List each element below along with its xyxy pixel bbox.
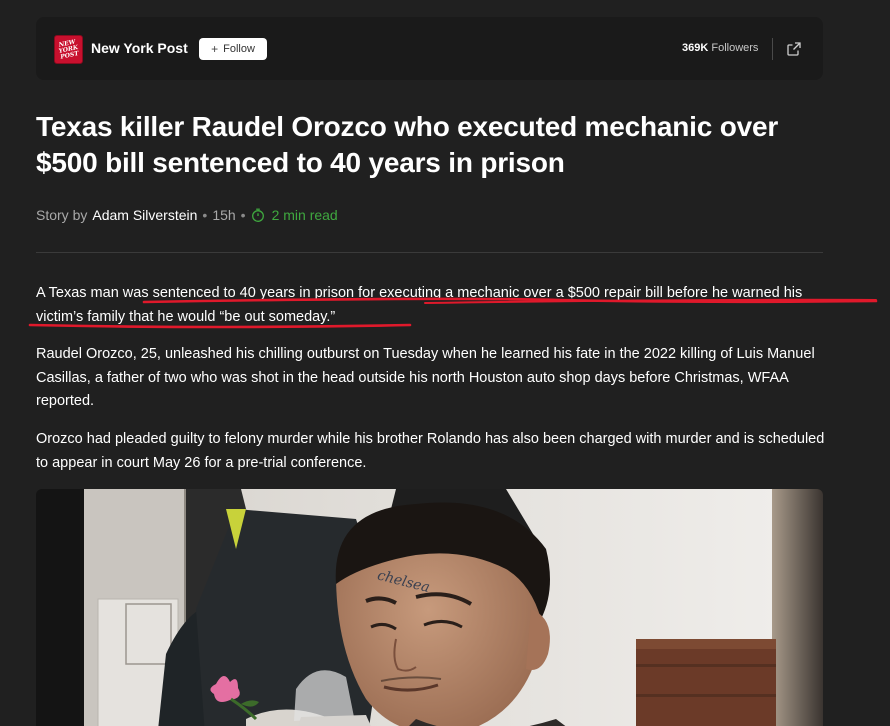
author-link[interactable]: Adam Silverstein — [92, 207, 197, 223]
read-time: 2 min read — [271, 207, 338, 223]
publisher-bar: NEW YORK POST New York Post + Follow 369… — [36, 17, 823, 80]
timer-icon — [251, 208, 264, 222]
byline-prefix: Story by — [36, 207, 88, 223]
article-age: 15h — [212, 207, 236, 223]
separator-dot: • — [202, 207, 208, 223]
header-divider — [36, 252, 823, 253]
followers-number: 369K — [682, 42, 709, 54]
separator-dot: • — [240, 207, 246, 223]
article-paragraph: Raudel Orozco, 25, unleashed his chillin… — [36, 346, 815, 409]
publisher-logo[interactable]: NEW YORK POST — [54, 35, 83, 64]
open-external-icon[interactable] — [786, 41, 802, 57]
byline: Story by Adam Silverstein • 15h • 2 min … — [36, 207, 338, 223]
courtroom-photo: chelsea — [36, 489, 823, 726]
article-page: NEW YORK POST New York Post + Follow 369… — [0, 0, 890, 726]
follow-button[interactable]: + Follow — [199, 38, 267, 60]
article-paragraph: A Texas man was sentenced to 40 years in… — [36, 285, 803, 325]
followers-count: 369K Followers — [682, 42, 758, 54]
article-headline: Texas killer Raudel Orozco who executed … — [36, 111, 779, 178]
article-paragraph: Orozco had pleaded guilty to felony murd… — [36, 431, 825, 471]
publisher-logo-text: NEW YORK POST — [58, 37, 80, 61]
follow-label: Follow — [223, 43, 255, 55]
divider — [772, 38, 773, 60]
followers-label: Followers — [711, 42, 759, 54]
plus-icon: + — [211, 42, 219, 56]
publisher-name[interactable]: New York Post — [91, 40, 188, 56]
article-photo[interactable]: chelsea — [36, 489, 823, 726]
